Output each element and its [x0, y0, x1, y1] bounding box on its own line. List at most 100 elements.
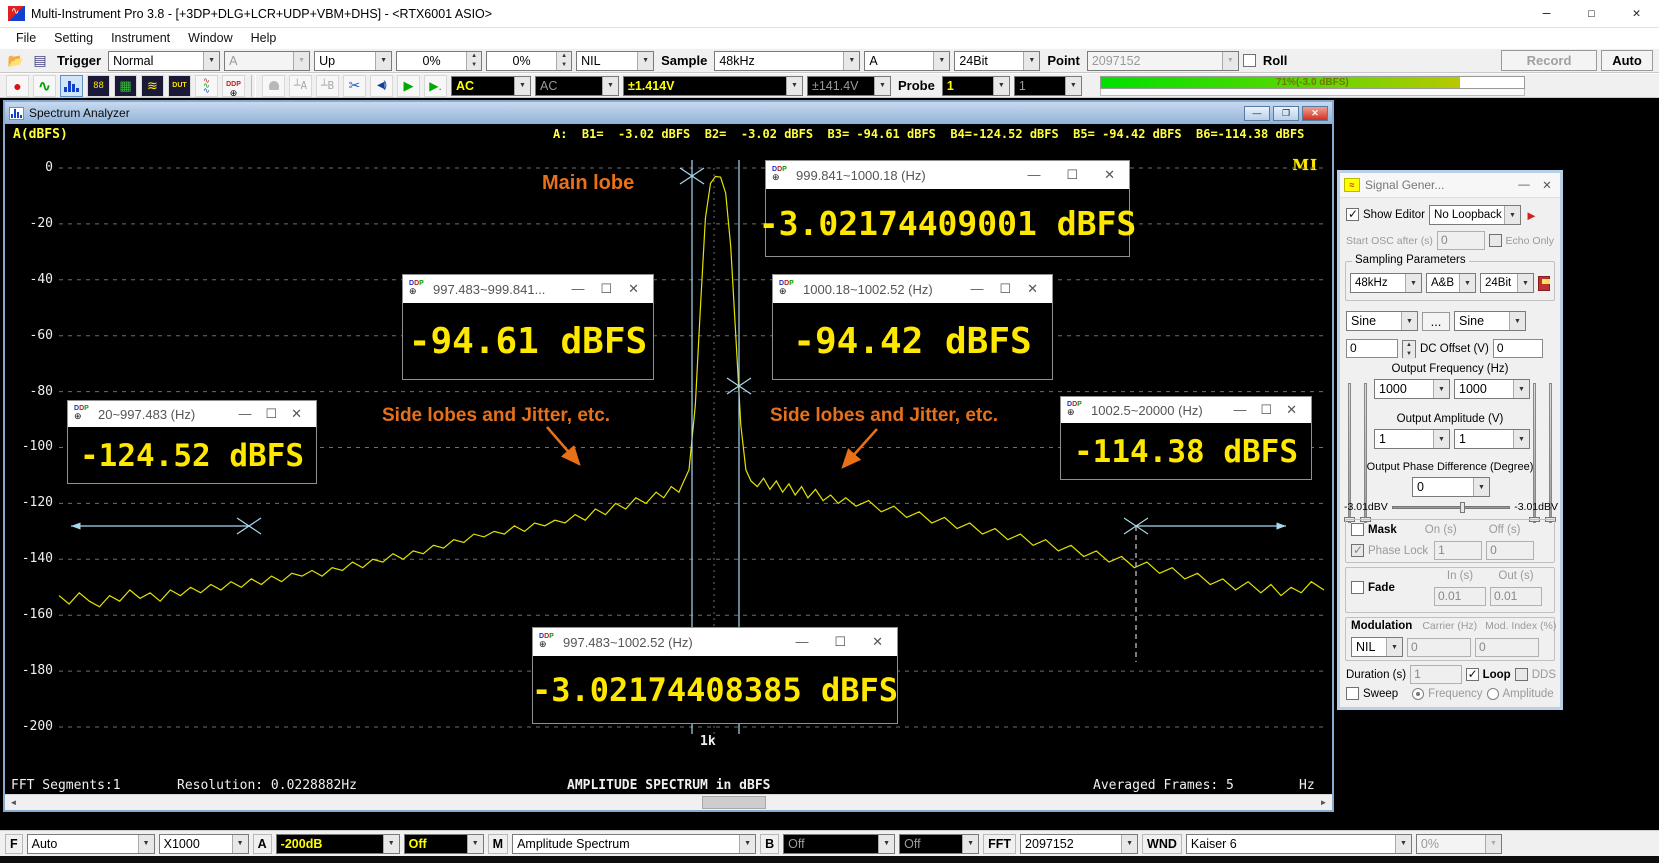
window-function-select[interactable]: Kaiser 6: [1186, 834, 1412, 854]
sweep-checkbox[interactable]: [1346, 687, 1359, 701]
menu-window[interactable]: Window: [180, 30, 240, 46]
run-once-icon[interactable]: [424, 75, 447, 97]
scroll-thumb[interactable]: [702, 796, 766, 809]
scroll-left-icon[interactable]: ◄: [5, 795, 22, 810]
ddp-minimize-button[interactable]: —: [238, 406, 251, 422]
fade-in-field[interactable]: 0.01: [1434, 587, 1486, 606]
ddp-minimize-button[interactable]: —: [1027, 167, 1040, 183]
siggen-close-button[interactable]: ✕: [1538, 178, 1556, 192]
probe-a-select[interactable]: 1: [942, 76, 1010, 96]
oscilloscope-icon[interactable]: [6, 75, 29, 97]
frequency-a-select[interactable]: 1000: [1374, 379, 1450, 399]
ddp-maximize-button[interactable]: ☐: [999, 281, 1011, 297]
siggen-bits-select[interactable]: 24Bit: [1480, 273, 1534, 293]
probe-cal-b-icon[interactable]: [316, 75, 339, 97]
freq-zoom-select[interactable]: X1000: [159, 834, 249, 854]
ddp-titlebar[interactable]: DDP⊕ 999.841~1000.18 (Hz) —☐✕: [766, 161, 1129, 189]
ddp-titlebar[interactable]: DDP⊕ 20~997.483 (Hz) —☐✕: [68, 401, 316, 427]
maximize-button[interactable]: ☐: [1569, 0, 1614, 27]
loop-checkbox[interactable]: [1466, 668, 1479, 682]
fade-checkbox[interactable]: [1351, 581, 1364, 595]
point-count-select[interactable]: 2097152: [1087, 51, 1239, 71]
sample-rate-select[interactable]: 48kHz: [714, 51, 860, 71]
fft-size-select[interactable]: 2097152: [1020, 834, 1138, 854]
sweep-amplitude-radio[interactable]: [1487, 688, 1499, 701]
overlap-select[interactable]: 0%: [1416, 834, 1502, 854]
minimize-button[interactable]: —: [1524, 0, 1569, 27]
coupling-b-select[interactable]: AC: [535, 76, 619, 96]
probe-b-select[interactable]: 1: [1014, 76, 1082, 96]
open-icon[interactable]: [6, 50, 26, 72]
ddp-minimize-button[interactable]: —: [795, 634, 808, 650]
menu-instrument[interactable]: Instrument: [103, 30, 178, 46]
trigger-delay-spinner[interactable]: 0%▲▼: [486, 51, 572, 71]
mask-off-field[interactable]: 0: [1486, 541, 1534, 560]
ddp-titlebar[interactable]: DDP⊕ 1002.5~20000 (Hz) —☐✕: [1061, 397, 1311, 423]
menu-help[interactable]: Help: [243, 30, 285, 46]
siggen-rate-select[interactable]: 48kHz: [1350, 273, 1422, 293]
b-range-select[interactable]: Off: [783, 834, 895, 854]
freq-axis-select[interactable]: Auto: [27, 834, 155, 854]
show-editor-checkbox[interactable]: [1346, 208, 1359, 222]
scroll-right-icon[interactable]: ►: [1315, 795, 1332, 810]
siggen-minimize-button[interactable]: —: [1515, 179, 1533, 191]
echo-only-checkbox[interactable]: [1489, 234, 1502, 248]
carrier-field[interactable]: 0: [1407, 638, 1471, 657]
spectrum-mode-select[interactable]: Amplitude Spectrum: [512, 834, 756, 854]
mask-checkbox[interactable]: [1351, 523, 1364, 537]
a-range-select[interactable]: -200dB: [276, 834, 400, 854]
trigger-mode-select[interactable]: Normal: [108, 51, 220, 71]
loopback-select[interactable]: No Loopback: [1429, 205, 1521, 225]
ddp-titlebar[interactable]: DDP⊕ 997.483~999.841... —☐✕: [403, 275, 653, 303]
waveform-a-select[interactable]: Sine: [1346, 311, 1418, 331]
save-preset-icon[interactable]: [1538, 276, 1550, 291]
siggen-run-icon[interactable]: [1525, 208, 1538, 223]
ddp-minimize-button[interactable]: —: [1233, 402, 1246, 418]
lcr-meter-icon[interactable]: ∿∿∿: [195, 75, 218, 97]
device-test-plan-icon[interactable]: [168, 75, 191, 97]
sample-channel-select[interactable]: A: [864, 51, 950, 71]
ddp-maximize-button[interactable]: ☐: [834, 634, 846, 650]
ddp-close-button[interactable]: ✕: [1104, 167, 1115, 183]
dc-offset-spinner[interactable]: ▲▼: [1402, 340, 1416, 358]
duration-field[interactable]: 1: [1410, 665, 1462, 684]
frequency-b-select[interactable]: 1000: [1454, 379, 1530, 399]
alarm-icon[interactable]: [262, 75, 285, 97]
ddp-close-button[interactable]: ✕: [1027, 281, 1038, 297]
balance-slider[interactable]: [1392, 506, 1510, 509]
siggen-channel-select[interactable]: A&B: [1426, 273, 1476, 293]
trigger-edge-select[interactable]: Up: [314, 51, 392, 71]
mod-index-field[interactable]: 0: [1475, 638, 1539, 657]
trigger-source-select[interactable]: A: [224, 51, 310, 71]
amplitude-b-select[interactable]: 1: [1454, 429, 1530, 449]
data-logger-icon[interactable]: [141, 75, 164, 97]
ddp-minimize-button[interactable]: —: [571, 281, 584, 297]
dc-offset-b-field[interactable]: 0: [1493, 339, 1543, 358]
phase-select[interactable]: 0: [1412, 477, 1490, 497]
range-a-select[interactable]: ±1.414V: [623, 76, 803, 96]
sweep-frequency-radio[interactable]: [1412, 688, 1424, 701]
spectrum-analyzer-icon[interactable]: [60, 75, 83, 97]
b-processing-select[interactable]: Off: [899, 834, 979, 854]
spectrum-h-scrollbar[interactable]: ◄ ►: [5, 794, 1332, 810]
coupling-a-select[interactable]: AC: [451, 76, 531, 96]
amplitude-a-select[interactable]: 1: [1374, 429, 1450, 449]
ddp-close-button[interactable]: ✕: [872, 634, 883, 650]
siggen-titlebar[interactable]: ≈ Signal Gener... — ✕: [1340, 173, 1560, 198]
fade-out-field[interactable]: 0.01: [1490, 587, 1542, 606]
run-icon[interactable]: [397, 75, 420, 97]
signal-generator-icon[interactable]: [33, 75, 56, 97]
record-button[interactable]: Record: [1501, 50, 1597, 71]
save-icon[interactable]: [30, 50, 50, 72]
range-b-select[interactable]: ±141.4V: [807, 76, 891, 96]
ddp-window-high-band[interactable]: DDP⊕ 1002.5~20000 (Hz) —☐✕ -114.38 dBFS: [1060, 396, 1312, 480]
modulation-select[interactable]: NIL: [1351, 637, 1403, 657]
auto-button[interactable]: Auto: [1601, 50, 1653, 71]
close-button[interactable]: ✕: [1614, 0, 1659, 27]
calibration-icon[interactable]: [343, 75, 366, 97]
ddp-close-button[interactable]: ✕: [1286, 402, 1297, 418]
mask-on-field[interactable]: 1: [1434, 541, 1482, 560]
ddp-window-main-band[interactable]: DDP⊕ 997.483~1002.52 (Hz) —☐✕ -3.0217440…: [532, 627, 898, 724]
wave-library-button[interactable]: ...: [1422, 312, 1450, 331]
ddp-close-button[interactable]: ✕: [628, 281, 639, 297]
